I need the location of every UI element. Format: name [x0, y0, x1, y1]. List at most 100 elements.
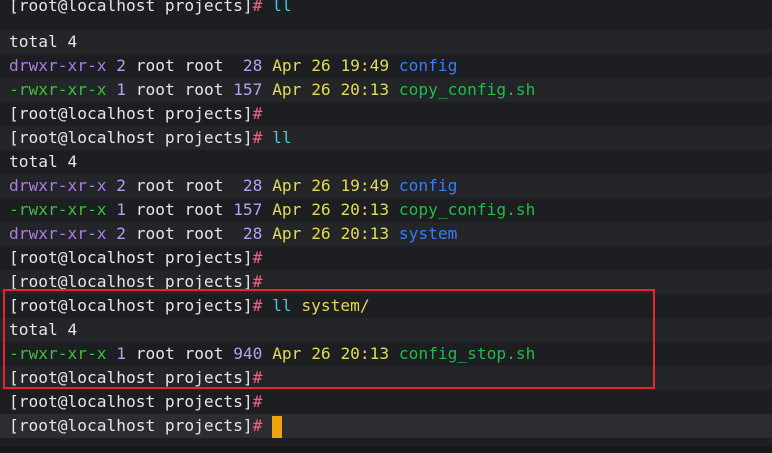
file-month: Apr — [272, 200, 302, 219]
file-time: 20:13 — [340, 344, 390, 363]
file-month: Apr — [272, 56, 302, 75]
terminal-window[interactable]: [root@localhost projects]# ll total 4 drwx… — [0, 0, 772, 453]
prompt-text: [root@localhost projects] — [9, 104, 253, 123]
prompt-line: [root@localhost projects]# — [0, 414, 772, 438]
prompt-line: [root@localhost projects]# — [0, 390, 772, 414]
file-group: root — [184, 344, 224, 363]
prompt-hash: # — [252, 104, 263, 123]
file-owner: root — [135, 200, 175, 219]
link-count: 2 — [116, 224, 126, 243]
link-count: 1 — [116, 80, 126, 99]
listing-row: drwxr-xr-x 2 root root 28 Apr 26 19:49 c… — [0, 174, 772, 198]
listing-row: drwxr-xr-x 2 root root 28 Apr 26 19:49 c… — [0, 54, 772, 78]
command-text: ll — [272, 0, 292, 15]
output-text: total 4 — [9, 320, 78, 339]
listing-row: -rwxr-xr-x 1 root root 157 Apr 26 20:13 … — [0, 78, 772, 102]
prompt-hash: # — [252, 272, 263, 291]
prompt-hash: # — [252, 128, 263, 147]
file-month: Apr — [272, 224, 302, 243]
prompt-text: [root@localhost projects] — [9, 296, 253, 315]
file-time: 19:49 — [340, 176, 390, 195]
file-group: root — [184, 56, 224, 75]
command-text: ll — [272, 128, 292, 147]
file-size: 28 — [233, 56, 263, 75]
file-permissions: -rwxr-xr-x — [9, 344, 107, 363]
prompt-text: [root@localhost projects] — [9, 128, 253, 147]
file-size: 157 — [233, 80, 263, 99]
prompt-line: [root@localhost projects]# — [0, 102, 772, 126]
file-group: root — [184, 200, 224, 219]
file-time: 20:13 — [340, 200, 390, 219]
file-owner: root — [135, 80, 175, 99]
file-permissions: drwxr-xr-x — [9, 224, 107, 243]
file-size: 940 — [233, 344, 263, 363]
file-day: 26 — [311, 224, 331, 243]
file-owner: root — [135, 344, 175, 363]
listing-row: -rwxr-xr-x 1 root root 940 Apr 26 20:13 … — [0, 342, 772, 366]
terminal-bottom-edge — [0, 446, 772, 453]
directory-name: config — [398, 176, 458, 195]
link-count: 1 — [116, 200, 126, 219]
file-day: 26 — [311, 56, 331, 75]
file-group: root — [184, 176, 224, 195]
prompt-hash: # — [252, 248, 263, 267]
file-permissions: -rwxr-xr-x — [9, 200, 107, 219]
prompt-text: [root@localhost projects] — [9, 272, 253, 291]
prompt-line: [root@localhost projects]# — [0, 270, 772, 294]
file-name: config_stop.sh — [398, 344, 536, 363]
file-size: 28 — [233, 176, 263, 195]
link-count: 2 — [116, 176, 126, 195]
prompt-text: [root@localhost projects] — [9, 416, 253, 435]
listing-row: -rwxr-xr-x 1 root root 157 Apr 26 20:13 … — [0, 198, 772, 222]
prompt-hash: # — [252, 416, 263, 435]
file-owner: root — [135, 176, 175, 195]
file-name: copy_config.sh — [398, 200, 536, 219]
file-day: 26 — [311, 344, 331, 363]
file-day: 26 — [311, 80, 331, 99]
prompt-hash: # — [252, 0, 263, 15]
output-text: total 4 — [9, 32, 78, 51]
directory-name: system — [398, 224, 458, 243]
output-line: total 4 — [0, 30, 772, 54]
prompt-text: [root@localhost projects] — [9, 248, 253, 267]
prompt-hash: # — [252, 392, 263, 411]
file-month: Apr — [272, 80, 302, 99]
directory-name: config — [398, 56, 458, 75]
terminal-cursor[interactable] — [272, 415, 283, 438]
file-time: 20:13 — [340, 224, 390, 243]
prompt-text: [root@localhost projects] — [9, 392, 253, 411]
file-group: root — [184, 224, 224, 243]
command-argument: system/ — [301, 296, 370, 315]
link-count: 2 — [116, 56, 126, 75]
file-day: 26 — [311, 176, 331, 195]
file-permissions: drwxr-xr-x — [9, 56, 107, 75]
prompt-hash: # — [252, 368, 263, 387]
prompt-line: [root@localhost projects]# ll — [0, 0, 772, 18]
prompt-text: [root@localhost projects] — [9, 0, 253, 15]
file-size: 157 — [233, 200, 263, 219]
link-count: 1 — [116, 344, 126, 363]
prompt-hash: # — [252, 296, 263, 315]
file-permissions: -rwxr-xr-x — [9, 80, 107, 99]
file-month: Apr — [272, 344, 302, 363]
prompt-text: [root@localhost projects] — [9, 368, 253, 387]
file-size: 28 — [233, 224, 263, 243]
file-day: 26 — [311, 200, 331, 219]
file-permissions: drwxr-xr-x — [9, 176, 107, 195]
file-time: 20:13 — [340, 80, 390, 99]
file-owner: root — [135, 56, 175, 75]
file-time: 19:49 — [340, 56, 390, 75]
output-line: total 4 — [0, 150, 772, 174]
prompt-line: [root@localhost projects]# ll system/ — [0, 294, 772, 318]
file-month: Apr — [272, 176, 302, 195]
prompt-line: [root@localhost projects]# — [0, 366, 772, 390]
prompt-line: [root@localhost projects]# — [0, 246, 772, 270]
prompt-line: [root@localhost projects]# ll — [0, 126, 772, 150]
output-text: total 4 — [9, 152, 78, 171]
file-name: copy_config.sh — [398, 80, 536, 99]
output-line: total 4 — [0, 318, 772, 342]
file-group: root — [184, 80, 224, 99]
file-owner: root — [135, 224, 175, 243]
command-text: ll — [272, 296, 292, 315]
listing-row: drwxr-xr-x 2 root root 28 Apr 26 20:13 s… — [0, 222, 772, 246]
